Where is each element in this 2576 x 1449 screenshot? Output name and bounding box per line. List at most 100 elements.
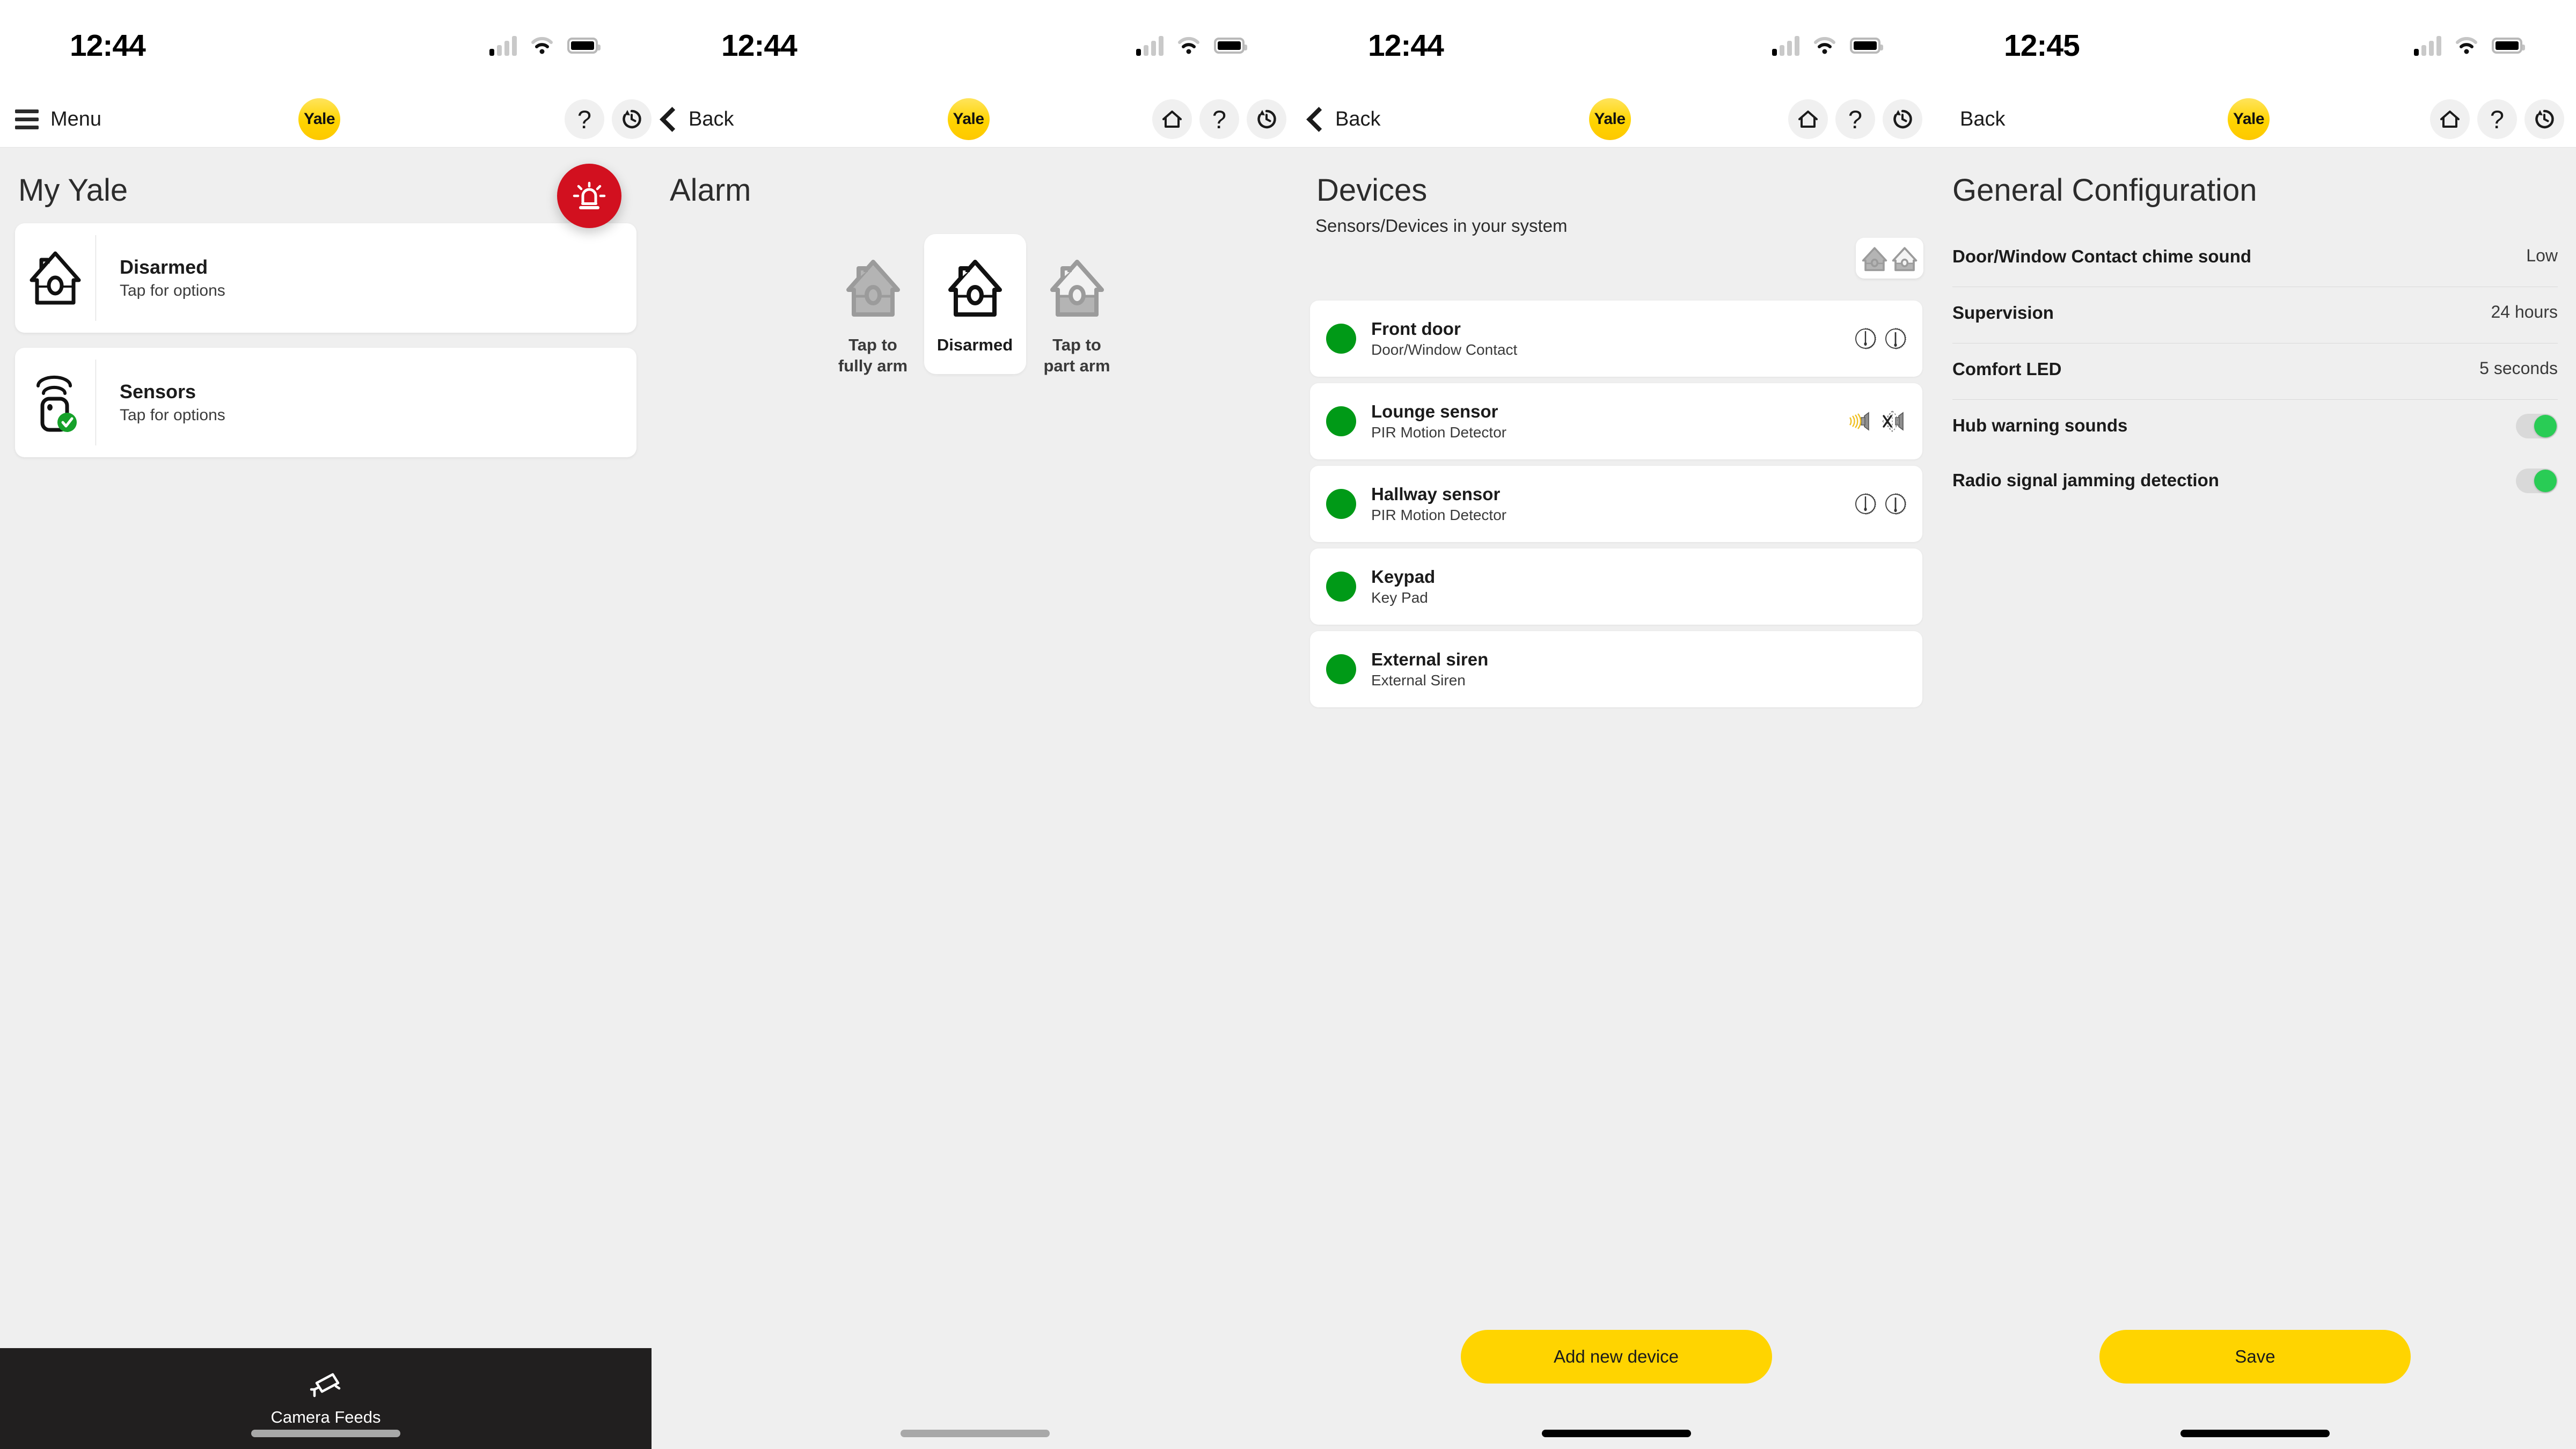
nav-bar: Menu Yale ? bbox=[0, 91, 652, 148]
help-button[interactable]: ? bbox=[565, 99, 604, 139]
help-button[interactable]: ? bbox=[1835, 99, 1875, 139]
history-button[interactable] bbox=[2524, 99, 2564, 139]
save-button[interactable]: Save bbox=[2099, 1330, 2411, 1384]
device-row[interactable]: Front door Door/Window Contact bbox=[1310, 301, 1922, 377]
device-name: Lounge sensor bbox=[1371, 401, 1498, 421]
back-label: Back bbox=[689, 107, 734, 130]
two-houses-icon bbox=[1862, 247, 1887, 272]
menu-label: Menu bbox=[50, 107, 102, 130]
arm-option-fully-arm[interactable]: Tap to fully arm bbox=[822, 234, 924, 395]
device-name: Front door bbox=[1371, 319, 1461, 339]
add-new-device-button[interactable]: Add new device bbox=[1460, 1330, 1772, 1384]
device-row[interactable]: External siren External Siren bbox=[1310, 631, 1922, 707]
help-button[interactable]: ? bbox=[1199, 99, 1239, 139]
home-indicator[interactable] bbox=[1541, 1430, 1691, 1437]
camera-feeds-label: Camera Feeds bbox=[270, 1408, 381, 1426]
panic-alarm-button[interactable] bbox=[557, 164, 621, 228]
wifi-icon bbox=[531, 36, 553, 54]
home-indicator[interactable] bbox=[2180, 1430, 2330, 1437]
back-label: Back bbox=[1335, 107, 1381, 130]
status-bar: 12:44 bbox=[1298, 0, 1934, 91]
house-filled-icon bbox=[846, 260, 900, 317]
hub-warning-sounds-toggle[interactable] bbox=[2516, 414, 2558, 438]
setting-label: Comfort LED bbox=[1952, 359, 2062, 379]
arm-mode-toggle-button[interactable] bbox=[1856, 238, 1923, 279]
nav-actions: ? bbox=[1152, 99, 1298, 139]
dial-left-icon bbox=[1855, 328, 1876, 349]
screen-devices: 12:44 Back Yale ? Devices Sensors/Device… bbox=[1298, 0, 1934, 1449]
setting-row-comfort-led[interactable]: Comfort LED 5 seconds bbox=[1952, 343, 2558, 400]
device-row[interactable]: Keypad Key Pad bbox=[1310, 548, 1922, 625]
setting-row-hub-warning-sounds[interactable]: Hub warning sounds bbox=[1952, 400, 2558, 456]
device-row[interactable]: Hallway sensor PIR Motion Detector bbox=[1310, 466, 1922, 542]
setting-label: Radio signal jamming detection bbox=[1952, 470, 2219, 490]
battery-icon bbox=[2492, 38, 2525, 54]
arm-option-label: Tap to part arm bbox=[1043, 335, 1110, 375]
card-title: Disarmed bbox=[120, 256, 208, 278]
device-text: Front door Door/Window Contact bbox=[1371, 319, 1853, 358]
dial-left-icon bbox=[1855, 493, 1876, 515]
history-icon bbox=[1893, 109, 1912, 129]
nav-actions: ? bbox=[2430, 99, 2576, 139]
status-icons bbox=[2414, 35, 2525, 56]
home-button[interactable] bbox=[1788, 99, 1828, 139]
camera-feeds-bar[interactable]: Camera Feeds bbox=[0, 1348, 652, 1449]
device-type: Door/Window Contact bbox=[1371, 341, 1518, 358]
card-text: Disarmed Tap for options bbox=[96, 256, 225, 300]
history-button[interactable] bbox=[1883, 99, 1922, 139]
back-label: Back bbox=[1960, 107, 2006, 130]
home-indicator[interactable] bbox=[251, 1430, 400, 1437]
status-icons bbox=[1772, 35, 1883, 56]
setting-row-radio-jamming[interactable]: Radio signal jamming detection bbox=[1952, 456, 2558, 510]
device-name: External siren bbox=[1371, 649, 1489, 669]
device-name: Hallway sensor bbox=[1371, 484, 1501, 504]
home-button[interactable] bbox=[2430, 99, 2470, 139]
dial-right-icon bbox=[1885, 493, 1906, 515]
home-button[interactable] bbox=[1152, 99, 1192, 139]
back-button[interactable]: Back bbox=[1934, 108, 2005, 131]
alarm-status-card[interactable]: Disarmed Tap for options bbox=[15, 223, 636, 333]
wifi-icon bbox=[2455, 36, 2478, 54]
radio-jamming-toggle[interactable] bbox=[2516, 469, 2558, 493]
sound-off-icon bbox=[1882, 411, 1904, 432]
check-badge bbox=[57, 413, 77, 432]
cellular-signal-icon bbox=[489, 35, 517, 56]
status-icons bbox=[1136, 35, 1247, 56]
setting-row-chime-sound[interactable]: Door/Window Contact chime sound Low bbox=[1952, 231, 2558, 287]
screen-content: My Yale Disarmed Tap for options Sensors… bbox=[0, 148, 652, 1449]
back-button[interactable]: Back bbox=[652, 106, 734, 132]
card-text: Sensors Tap for options bbox=[96, 380, 225, 425]
setting-value: 5 seconds bbox=[2479, 358, 2558, 378]
screen-content: General Configuration Door/Window Contac… bbox=[1934, 148, 2576, 1449]
home-indicator[interactable] bbox=[900, 1430, 1050, 1437]
menu-button[interactable]: Menu bbox=[0, 108, 101, 131]
status-time: 12:45 bbox=[2004, 28, 2080, 63]
history-button[interactable] bbox=[612, 99, 652, 139]
hamburger-icon bbox=[15, 109, 39, 129]
arm-option-disarmed[interactable]: Disarmed bbox=[924, 234, 1026, 374]
device-type: Key Pad bbox=[1371, 589, 1428, 606]
history-button[interactable] bbox=[1247, 99, 1286, 139]
status-badge bbox=[1326, 324, 1356, 354]
settings-list: Door/Window Contact chime sound Low Supe… bbox=[1934, 231, 2576, 510]
device-text: Keypad Key Pad bbox=[1371, 567, 1922, 606]
help-icon: ? bbox=[1848, 105, 1863, 134]
sensor-icon bbox=[15, 348, 96, 457]
help-button[interactable]: ? bbox=[2477, 99, 2517, 139]
cellular-signal-icon bbox=[1772, 35, 1799, 56]
chevron-left-icon bbox=[1306, 106, 1331, 132]
back-button[interactable]: Back bbox=[1298, 106, 1381, 132]
device-type: PIR Motion Detector bbox=[1371, 507, 1507, 523]
device-name: Keypad bbox=[1371, 567, 1436, 587]
sensors-card[interactable]: Sensors Tap for options bbox=[15, 348, 636, 457]
arm-option-part-arm[interactable]: Tap to part arm bbox=[1026, 234, 1128, 395]
card-subtitle: Tap for options bbox=[120, 282, 225, 299]
setting-row-supervision[interactable]: Supervision 24 hours bbox=[1952, 287, 2558, 343]
device-row[interactable]: Lounge sensor PIR Motion Detector bbox=[1310, 383, 1922, 459]
help-icon: ? bbox=[577, 105, 592, 134]
multi-screenshot-strip: 12:44 Menu Yale ? My Yale Disarmed Tap f… bbox=[0, 0, 2576, 1449]
chevron-left-icon bbox=[660, 106, 685, 132]
setting-value: Low bbox=[2526, 246, 2558, 265]
house-part-icon bbox=[1050, 260, 1104, 317]
device-text: Hallway sensor PIR Motion Detector bbox=[1371, 484, 1853, 524]
